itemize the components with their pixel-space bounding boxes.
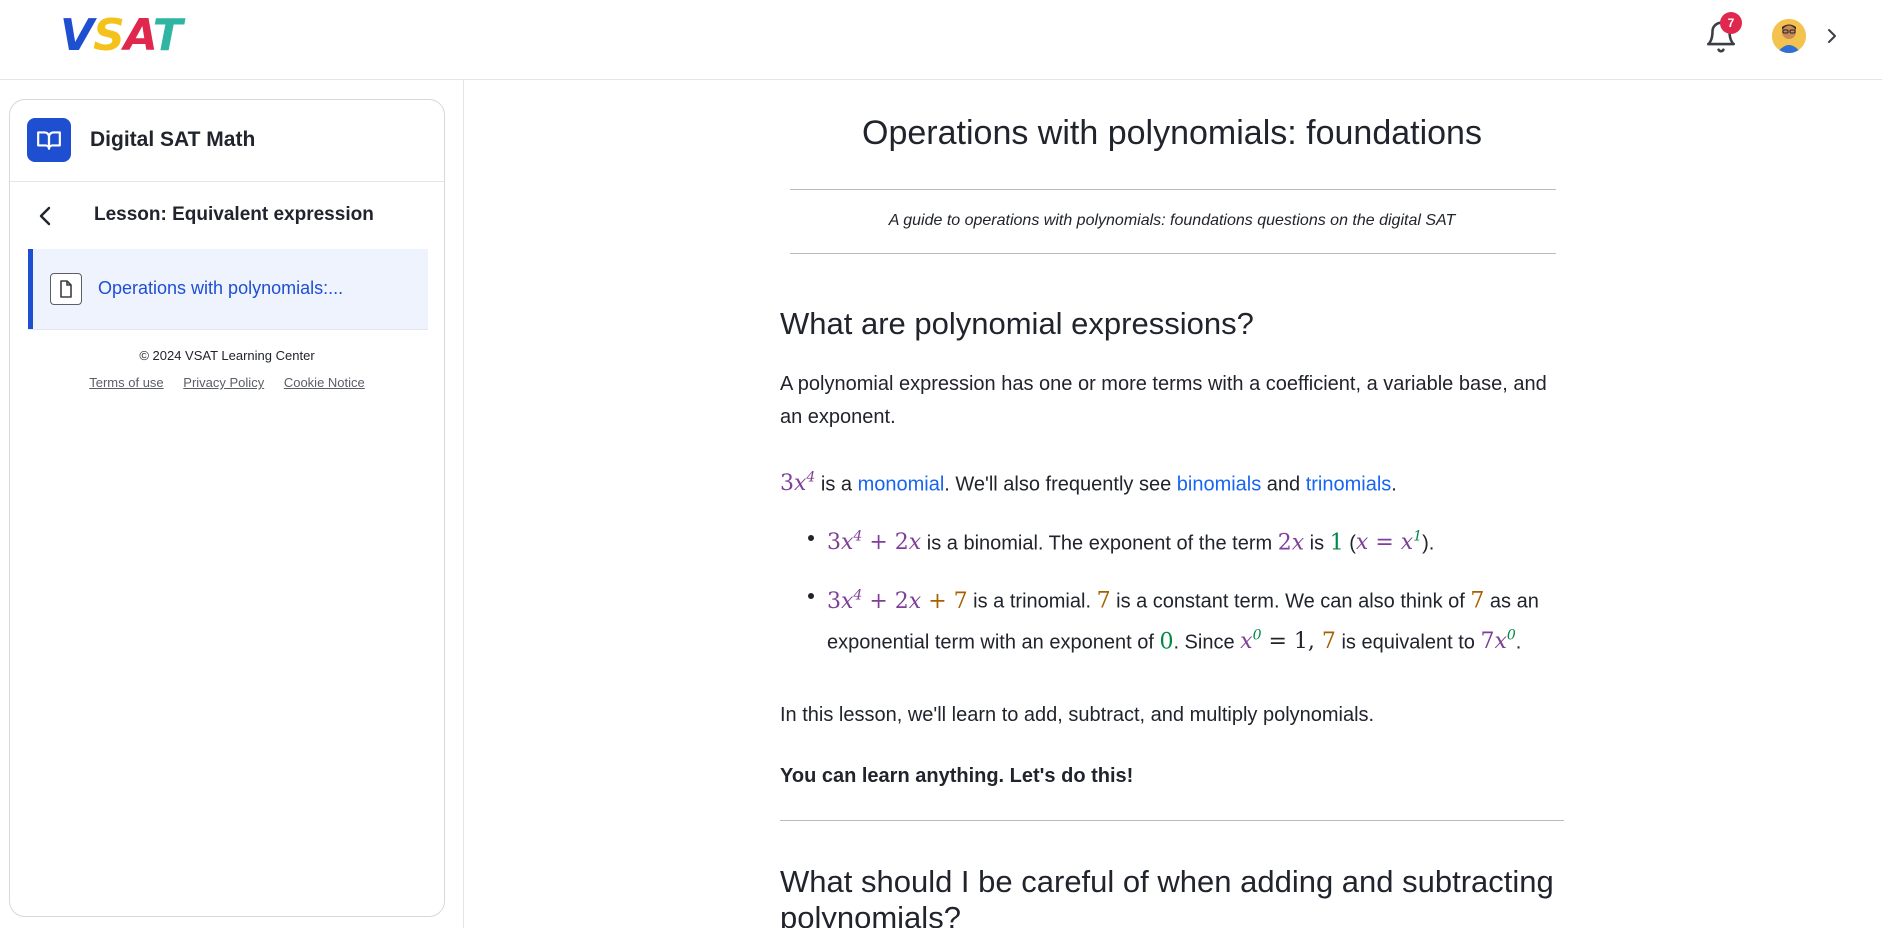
article-subtitle: A guide to operations with polynomials: … (888, 212, 1456, 229)
bullet-list: 3x4 + 2x is a binomial. The exponent of … (780, 520, 1564, 677)
cookie-link[interactable]: Cookie Notice (284, 375, 365, 390)
top-header: VSAT 7 (0, 0, 1882, 80)
math-expression: 0 (1159, 628, 1174, 654)
monomial-paragraph: 3x4 is a monomial. We'll also frequently… (780, 470, 1397, 497)
divider (780, 820, 1564, 821)
trinomials-link[interactable]: trinomials (1306, 473, 1392, 495)
divider (28, 329, 428, 330)
section-heading: What should I be careful of when adding … (780, 864, 1554, 928)
monomial-link[interactable]: monomial (858, 473, 945, 495)
math-expression: 3x4 + 2x + 7 (827, 587, 968, 614)
copyright: © 2024 VSAT Learning Center (139, 348, 315, 363)
footer-links: Terms of use Privacy Policy Cookie Notic… (10, 375, 444, 390)
list-item: 3x4 + 2x is a binomial. The exponent of … (780, 520, 1564, 560)
vsat-logo[interactable]: VSAT (60, 14, 183, 58)
sidebar: Digital SAT Math Lesson: Equivalent expr… (9, 99, 445, 917)
lesson-paragraph: In this lesson, we'll learn to add, subt… (780, 704, 1375, 726)
document-icon (50, 273, 82, 305)
course-title[interactable]: Digital SAT Math (90, 128, 255, 152)
math-expression: 3x4 (780, 470, 816, 497)
chevron-left-icon[interactable] (32, 202, 60, 230)
divider (790, 189, 1556, 190)
avatar[interactable] (1772, 19, 1806, 53)
math-expression: 7 (1470, 588, 1485, 614)
math-expression: x0 = 1, 7 (1240, 627, 1336, 654)
notification-badge: 7 (1720, 12, 1742, 34)
sidebar-separator (463, 80, 464, 928)
lesson-title: Lesson: Equivalent expression (94, 204, 374, 225)
motto: You can learn anything. Let's do this! (780, 760, 1564, 793)
list-item: 3x4 + 2x + 7 is a trinomial. 7 is a cons… (780, 578, 1564, 659)
motto-text: You can learn anything. Let's do this! (780, 765, 1134, 787)
math-expression: 2x (1277, 530, 1305, 556)
book-icon (27, 118, 71, 162)
math-expression: x = x1 (1355, 529, 1423, 556)
page-title: Operations with polynomials: foundations (862, 114, 1482, 152)
terms-link[interactable]: Terms of use (89, 375, 163, 390)
course-header: Digital SAT Math (10, 100, 444, 182)
sidebar-item-label: Operations with polynomials:... (98, 278, 344, 298)
math-expression: 7x0 (1480, 627, 1516, 654)
chevron-right-icon[interactable] (1822, 24, 1842, 48)
math-expression: 3x4 + 2x (827, 529, 922, 556)
privacy-link[interactable]: Privacy Policy (183, 375, 264, 390)
section-heading: What are polynomial expressions? (780, 306, 1254, 341)
divider (790, 253, 1556, 254)
binomials-link[interactable]: binomials (1177, 473, 1261, 495)
sidebar-item-operations-with-polynomials[interactable]: Operations with polynomials:... (28, 249, 428, 329)
intro-paragraph: A polynomial expression has one or more … (780, 373, 1547, 428)
math-expression: 7 (1096, 588, 1111, 614)
math-expression: 1 (1329, 530, 1344, 556)
